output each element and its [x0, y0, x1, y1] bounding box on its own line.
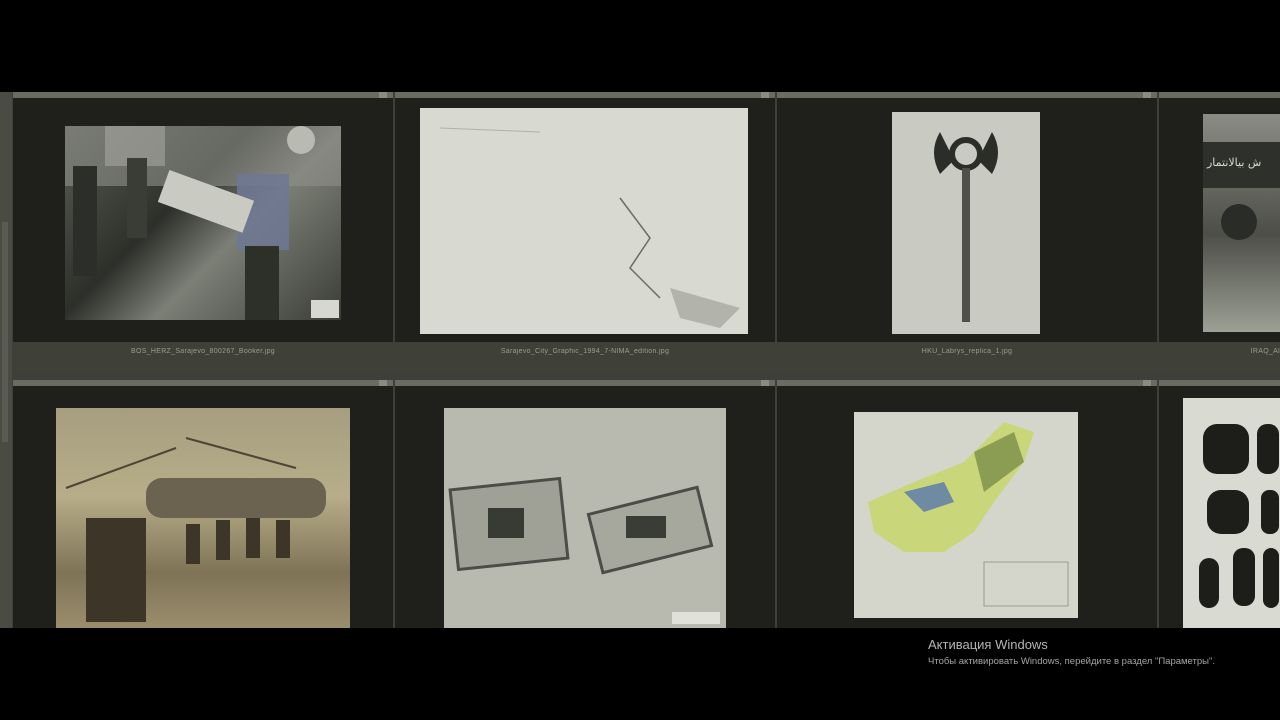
caption-1[interactable]: BOS_HERZ_Sarajevo_800267_Booker.jpg	[13, 348, 393, 355]
gallery-cell-1[interactable]	[13, 92, 393, 342]
gallery-cell-2[interactable]	[395, 92, 775, 342]
cell-menu-icon[interactable]	[379, 380, 387, 386]
gallery-cell-7[interactable]	[777, 380, 1157, 628]
gallery-cell-4[interactable]: ش بيالانتمار	[1159, 92, 1280, 342]
thumbnail-afghanistan-map[interactable]	[854, 412, 1078, 618]
caption-4[interactable]: IRAQ_Al	[1159, 348, 1280, 355]
cell-menu-icon[interactable]	[761, 380, 769, 386]
caption-2[interactable]: Sarajevo_City_Graphic_1994_7-NIMA_editio…	[395, 348, 775, 355]
activation-text: Чтобы активировать Windows, перейдите в …	[928, 656, 1215, 667]
cell-menu-icon[interactable]	[1143, 380, 1151, 386]
thumbnail-soldiers-stretcher[interactable]	[65, 126, 341, 320]
afghanistan-map-icon	[868, 422, 1069, 607]
gallery-cell-6[interactable]	[395, 380, 775, 628]
soldiers-photo-icon	[65, 126, 341, 320]
truck-wheel-icon	[1221, 204, 1257, 240]
gallery-cell-3[interactable]	[777, 92, 1157, 342]
labrys-axe-icon	[934, 132, 998, 322]
helicopter-photo-icon	[65, 437, 326, 622]
caption-3[interactable]: HKU_Labrys_replica_1.jpg	[777, 348, 1157, 355]
activation-title: Активация Windows	[928, 637, 1048, 652]
gallery-cell-5[interactable]	[13, 380, 393, 628]
windows-activation-watermark: Активация Windows Чтобы активировать Win…	[928, 637, 1215, 667]
image-gallery-grid: ش بيالانتمار BOS_HERZ_Sarajevo_800267_Bo…	[0, 92, 1280, 628]
satellite-compound-icon	[448, 476, 720, 624]
left-scrollbar[interactable]	[0, 92, 12, 628]
thumbnail-labrys[interactable]	[892, 112, 1040, 334]
thumbnail-satellite[interactable]	[444, 408, 726, 628]
cell-menu-icon[interactable]	[1143, 92, 1151, 98]
map-graphic-icon	[439, 127, 740, 328]
gallery-cell-8[interactable]	[1159, 380, 1280, 628]
thumbnail-sarajevo-map[interactable]	[420, 108, 748, 334]
letterbox-top	[0, 0, 1280, 92]
cell-menu-icon[interactable]	[761, 92, 769, 98]
thumbnail-iraq-truck[interactable]: ش بيالانتمار	[1203, 114, 1280, 332]
thumbnail-helicopter[interactable]	[56, 408, 350, 628]
fingerprints-icon	[1199, 424, 1279, 608]
cell-menu-icon[interactable]	[379, 92, 387, 98]
thumbnail-fingerprints[interactable]	[1183, 398, 1280, 628]
caption-strip-row1	[13, 342, 1280, 374]
scrollbar-thumb[interactable]	[2, 222, 8, 442]
